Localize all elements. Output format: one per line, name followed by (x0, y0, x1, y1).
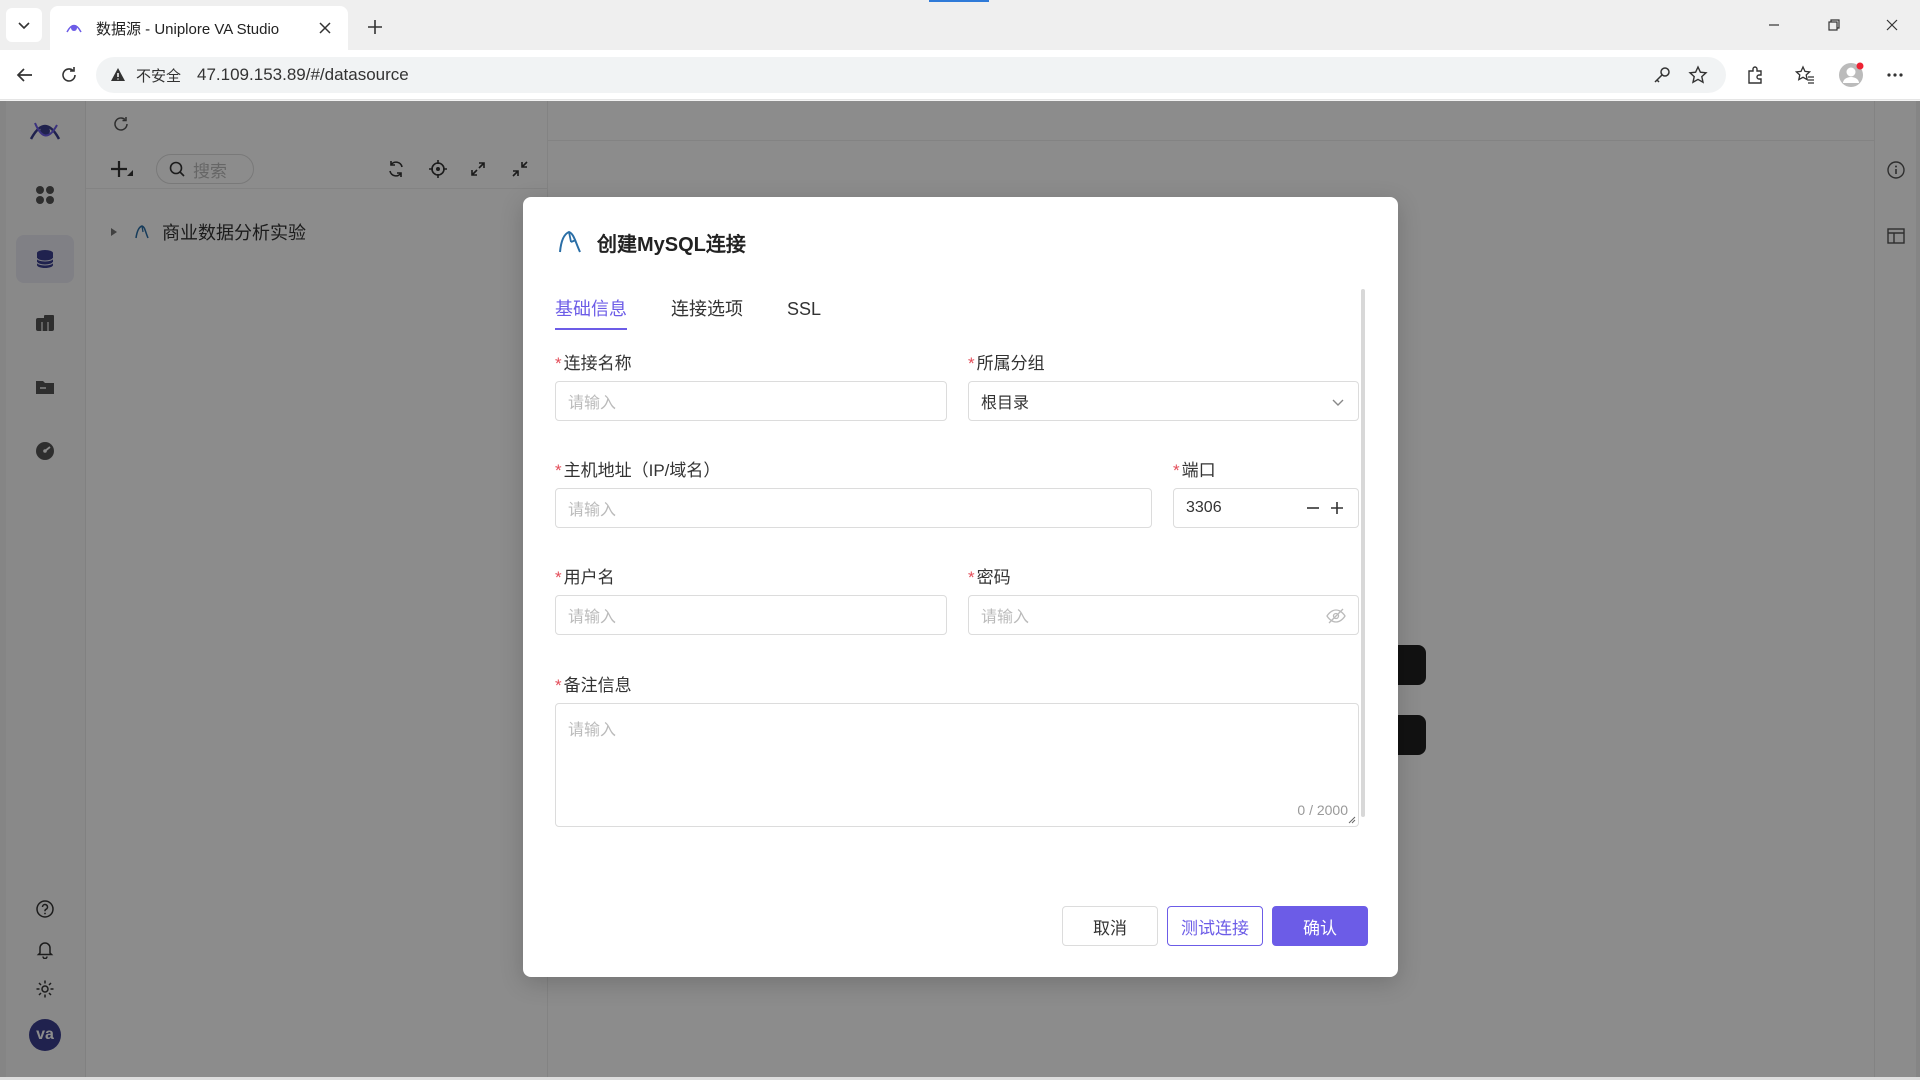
warning-icon (108, 65, 128, 85)
browser-toolbar: 不安全 47.109.153.89/#/datasource (0, 50, 1920, 100)
required-mark: * (555, 568, 562, 587)
dialog-scrollbar[interactable] (1361, 289, 1365, 817)
browser-tab-active[interactable]: 数据源 - Uniplore VA Studio (50, 6, 348, 50)
connection-name-placeholder: 请输入 (568, 395, 617, 412)
port-label: * 端口 (1173, 456, 1216, 481)
connection-name-input[interactable]: 请输入 (555, 381, 947, 421)
favorites-button[interactable] (1788, 58, 1822, 92)
test-connection-button[interactable]: 测试连接 (1167, 906, 1263, 946)
char-counter: 0 / 2000 (1297, 802, 1348, 818)
tab-list-button[interactable] (6, 8, 42, 42)
chevron-down-icon (18, 22, 30, 30)
cancel-button[interactable]: 取消 (1062, 906, 1158, 946)
reload-button[interactable] (52, 58, 86, 92)
url-text[interactable]: 47.109.153.89/#/datasource (197, 65, 1726, 85)
plus-icon (368, 20, 382, 34)
profile-avatar-icon (1839, 62, 1864, 87)
star-icon[interactable] (1680, 57, 1716, 93)
tab-basic-info[interactable]: 基础信息 (555, 289, 627, 330)
required-mark: * (555, 461, 562, 480)
host-placeholder: 请输入 (568, 502, 617, 519)
port-label-text: 端口 (1181, 461, 1216, 480)
group-label: * 所属分组 (968, 349, 1045, 374)
arrow-left-icon (16, 68, 32, 82)
address-bar[interactable]: 不安全 47.109.153.89/#/datasource (96, 57, 1726, 93)
dialog-tabs: 基础信息 连接选项 SSL (555, 289, 865, 330)
password-placeholder: 请输入 (981, 609, 1030, 626)
required-mark: * (555, 676, 562, 695)
dialog-header: 创建MySQL连接 (555, 227, 746, 257)
minus-icon[interactable] (1302, 497, 1324, 519)
puzzle-icon (1748, 66, 1762, 84)
group-select[interactable]: 根目录 (968, 381, 1359, 421)
tabstrip-accent (929, 0, 989, 2)
create-connection-dialog: 创建MySQL连接 基础信息 连接选项 SSL * 连接名称 请输入 * 所属分组 … (523, 197, 1398, 977)
host-label-text: 主机地址（IP/域名） (563, 461, 721, 480)
mysql-logo-icon (555, 227, 585, 257)
username-placeholder: 请输入 (568, 609, 617, 626)
port-stepper[interactable]: 3306 (1173, 488, 1359, 528)
new-tab-button[interactable] (360, 12, 390, 42)
plus-icon[interactable] (1326, 497, 1348, 519)
app-favicon-icon (64, 18, 84, 38)
remark-label: * 备注信息 (555, 671, 632, 696)
group-label-text: 所属分组 (976, 354, 1045, 373)
port-value: 3306 (1186, 499, 1222, 516)
required-mark: * (555, 354, 562, 373)
close-tab-icon[interactable] (314, 17, 336, 39)
favorites-icon (1795, 65, 1814, 84)
required-mark: * (968, 568, 975, 587)
remark-textarea[interactable]: 请输入 0 / 2000 (555, 703, 1359, 827)
restore-button[interactable] (1814, 10, 1854, 40)
reload-icon (62, 67, 76, 82)
tab-title: 数据源 - Uniplore VA Studio (96, 20, 280, 38)
chevron-down-icon (1330, 394, 1346, 410)
password-input[interactable]: 请输入 (968, 595, 1359, 635)
more-horizontal-icon (1887, 73, 1903, 77)
minimize-icon (1769, 24, 1779, 26)
extensions-button[interactable] (1738, 58, 1772, 92)
host-input[interactable]: 请输入 (555, 488, 1152, 528)
tab-ssl[interactable]: SSL (787, 289, 821, 329)
restore-icon (1828, 19, 1840, 31)
remark-label-text: 备注信息 (563, 676, 632, 695)
back-button[interactable] (8, 58, 42, 92)
close-icon (1886, 19, 1898, 31)
profile-button[interactable] (1834, 58, 1868, 92)
group-select-value: 根目录 (981, 395, 1030, 412)
browser-tabstrip: 数据源 - Uniplore VA Studio (0, 0, 1920, 50)
minimize-button[interactable] (1754, 10, 1794, 40)
security-label[interactable]: 不安全 (136, 65, 181, 86)
password-label: * 密码 (968, 563, 1011, 588)
name-label: * 连接名称 (555, 349, 632, 374)
resize-grip-icon[interactable] (1348, 816, 1356, 824)
password-label-text: 密码 (976, 568, 1011, 587)
username-label: * 用户名 (555, 563, 615, 588)
username-input[interactable]: 请输入 (555, 595, 947, 635)
eye-off-icon[interactable] (1326, 606, 1346, 626)
host-label: * 主机地址（IP/域名） (555, 456, 720, 481)
username-label-text: 用户名 (563, 568, 615, 587)
close-window-button[interactable] (1872, 10, 1912, 40)
required-mark: * (1173, 461, 1180, 480)
dialog-title: 创建MySQL连接 (597, 233, 746, 256)
tab-connection-options[interactable]: 连接选项 (671, 289, 743, 329)
remark-placeholder: 请输入 (568, 722, 617, 739)
more-menu-button[interactable] (1878, 58, 1912, 92)
key-icon[interactable] (1644, 57, 1680, 93)
name-label-text: 连接名称 (563, 354, 632, 373)
required-mark: * (968, 354, 975, 373)
confirm-button[interactable]: 确认 (1272, 906, 1368, 946)
